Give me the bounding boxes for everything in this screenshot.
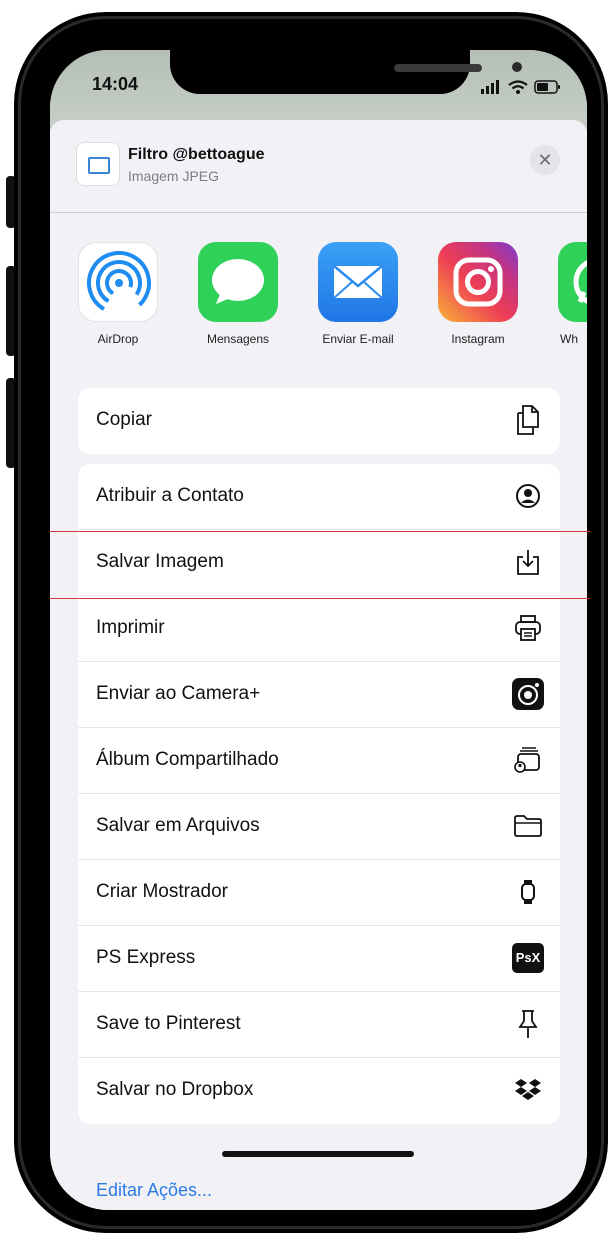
shared-album-icon — [512, 744, 544, 776]
speaker — [394, 64, 482, 72]
instagram-icon — [438, 242, 518, 322]
front-camera — [512, 62, 522, 72]
watch-icon — [512, 876, 544, 908]
camera-plus-icon — [512, 678, 544, 710]
whatsapp-icon — [558, 242, 587, 322]
home-indicator[interactable] — [222, 1151, 414, 1157]
action-album-compartilhado[interactable]: Álbum Compartilhado — [78, 728, 560, 794]
action-label: PS Express — [96, 947, 196, 968]
psx-badge: PsX — [512, 943, 544, 973]
folder-icon — [512, 810, 544, 842]
action-atribuir-contato[interactable]: Atribuir a Contato — [78, 464, 560, 530]
action-label: Salvar no Dropbox — [96, 1079, 254, 1100]
copy-icon — [512, 404, 544, 436]
mail-icon — [318, 242, 398, 322]
notch — [170, 50, 522, 94]
app-airdrop[interactable]: AirDrop — [78, 242, 158, 346]
action-save-to-pinterest[interactable]: Save to Pinterest — [78, 992, 560, 1058]
action-ps-express[interactable]: PS Express PsX — [78, 926, 560, 992]
close-icon: ✕ — [537, 150, 553, 170]
screen: 14:04 Filtro @bettoague Imagem JPEG ✕ Ai… — [50, 50, 587, 1210]
status-icons — [480, 80, 562, 94]
action-salvar-imagem[interactable]: Salvar Imagem — [78, 530, 560, 596]
action-label: Enviar ao Camera+ — [96, 683, 261, 704]
action-group-copy: Copiar — [78, 388, 560, 454]
action-label: Imprimir — [96, 617, 165, 638]
messages-icon — [198, 242, 278, 322]
share-sheet: Filtro @bettoague Imagem JPEG ✕ AirDrop — [50, 120, 587, 1210]
highlight-line-top — [50, 531, 590, 532]
dropbox-icon — [512, 1074, 544, 1106]
action-criar-mostrador[interactable]: Criar Mostrador — [78, 860, 560, 926]
share-title: Filtro @bettoague — [128, 146, 265, 163]
highlight-line-bottom — [50, 598, 590, 599]
app-label: Enviar E-mail — [322, 332, 394, 346]
app-label: Wh — [560, 332, 578, 346]
app-mail[interactable]: Enviar E-mail — [318, 242, 398, 346]
save-download-icon — [512, 546, 544, 578]
app-label: Instagram — [451, 332, 505, 346]
battery-icon — [534, 80, 560, 94]
app-whatsapp[interactable]: Wh — [558, 242, 587, 346]
app-instagram[interactable]: Instagram — [438, 242, 518, 346]
action-label: Salvar em Arquivos — [96, 815, 260, 836]
action-label: Salvar Imagem — [96, 551, 224, 572]
action-salvar-dropbox[interactable]: Salvar no Dropbox — [78, 1058, 560, 1124]
action-label: Criar Mostrador — [96, 881, 228, 902]
app-messages[interactable]: Mensagens — [198, 242, 278, 346]
airdrop-icon — [78, 242, 158, 322]
file-thumbnail — [76, 142, 120, 186]
image-icon — [88, 157, 110, 174]
action-camera-plus[interactable]: Enviar ao Camera+ — [78, 662, 560, 728]
close-button[interactable]: ✕ — [530, 145, 560, 175]
app-label: AirDrop — [97, 332, 139, 346]
ps-express-icon: PsX — [512, 942, 544, 974]
action-copiar[interactable]: Copiar — [78, 388, 560, 454]
action-group-main: Atribuir a Contato Salvar Imagem Imprimi… — [78, 464, 560, 1124]
header-divider — [50, 212, 587, 213]
action-label: Save to Pinterest — [96, 1013, 241, 1034]
action-salvar-arquivos[interactable]: Salvar em Arquivos — [78, 794, 560, 860]
share-subtitle: Imagem JPEG — [128, 168, 220, 184]
edit-actions-link[interactable]: Editar Ações... — [96, 1180, 212, 1201]
signal-icon — [481, 80, 499, 94]
contact-icon — [512, 480, 544, 512]
action-label: Álbum Compartilhado — [96, 749, 279, 770]
action-imprimir[interactable]: Imprimir — [78, 596, 560, 662]
action-label: Copiar — [96, 409, 152, 430]
action-label: Atribuir a Contato — [96, 485, 244, 506]
wifi-icon — [508, 80, 528, 94]
app-label: Mensagens — [206, 332, 270, 346]
printer-icon — [512, 612, 544, 644]
status-time: 14:04 — [92, 74, 139, 94]
pin-icon — [512, 1008, 544, 1040]
